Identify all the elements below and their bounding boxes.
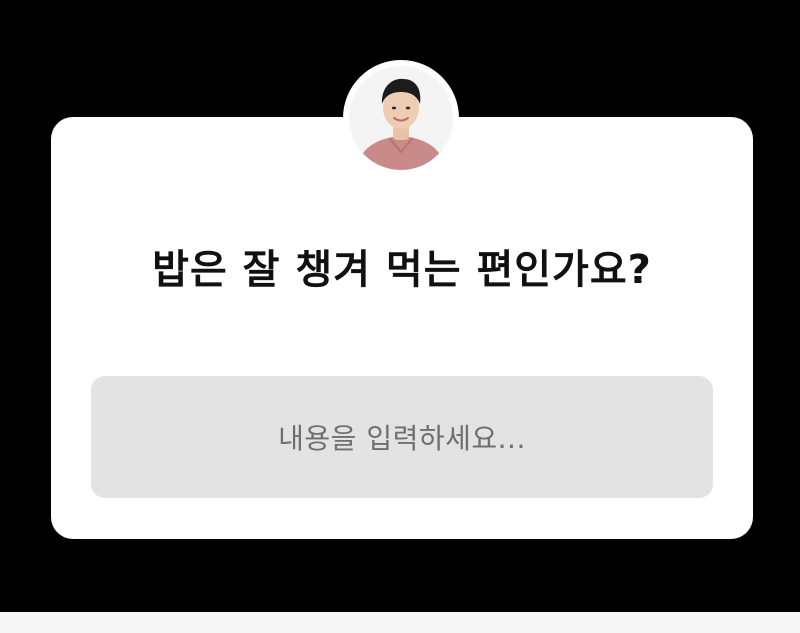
- answer-input[interactable]: 내용을 입력하세요...: [91, 376, 713, 498]
- person-avatar-icon: [349, 66, 453, 170]
- answer-placeholder: 내용을 입력하세요...: [278, 422, 526, 455]
- profile-avatar: [343, 60, 459, 176]
- bottom-strip: [0, 612, 800, 633]
- question-title: 밥은 잘 챙겨 먹는 편인가요?: [152, 247, 652, 293]
- avatar-photo: [349, 66, 453, 170]
